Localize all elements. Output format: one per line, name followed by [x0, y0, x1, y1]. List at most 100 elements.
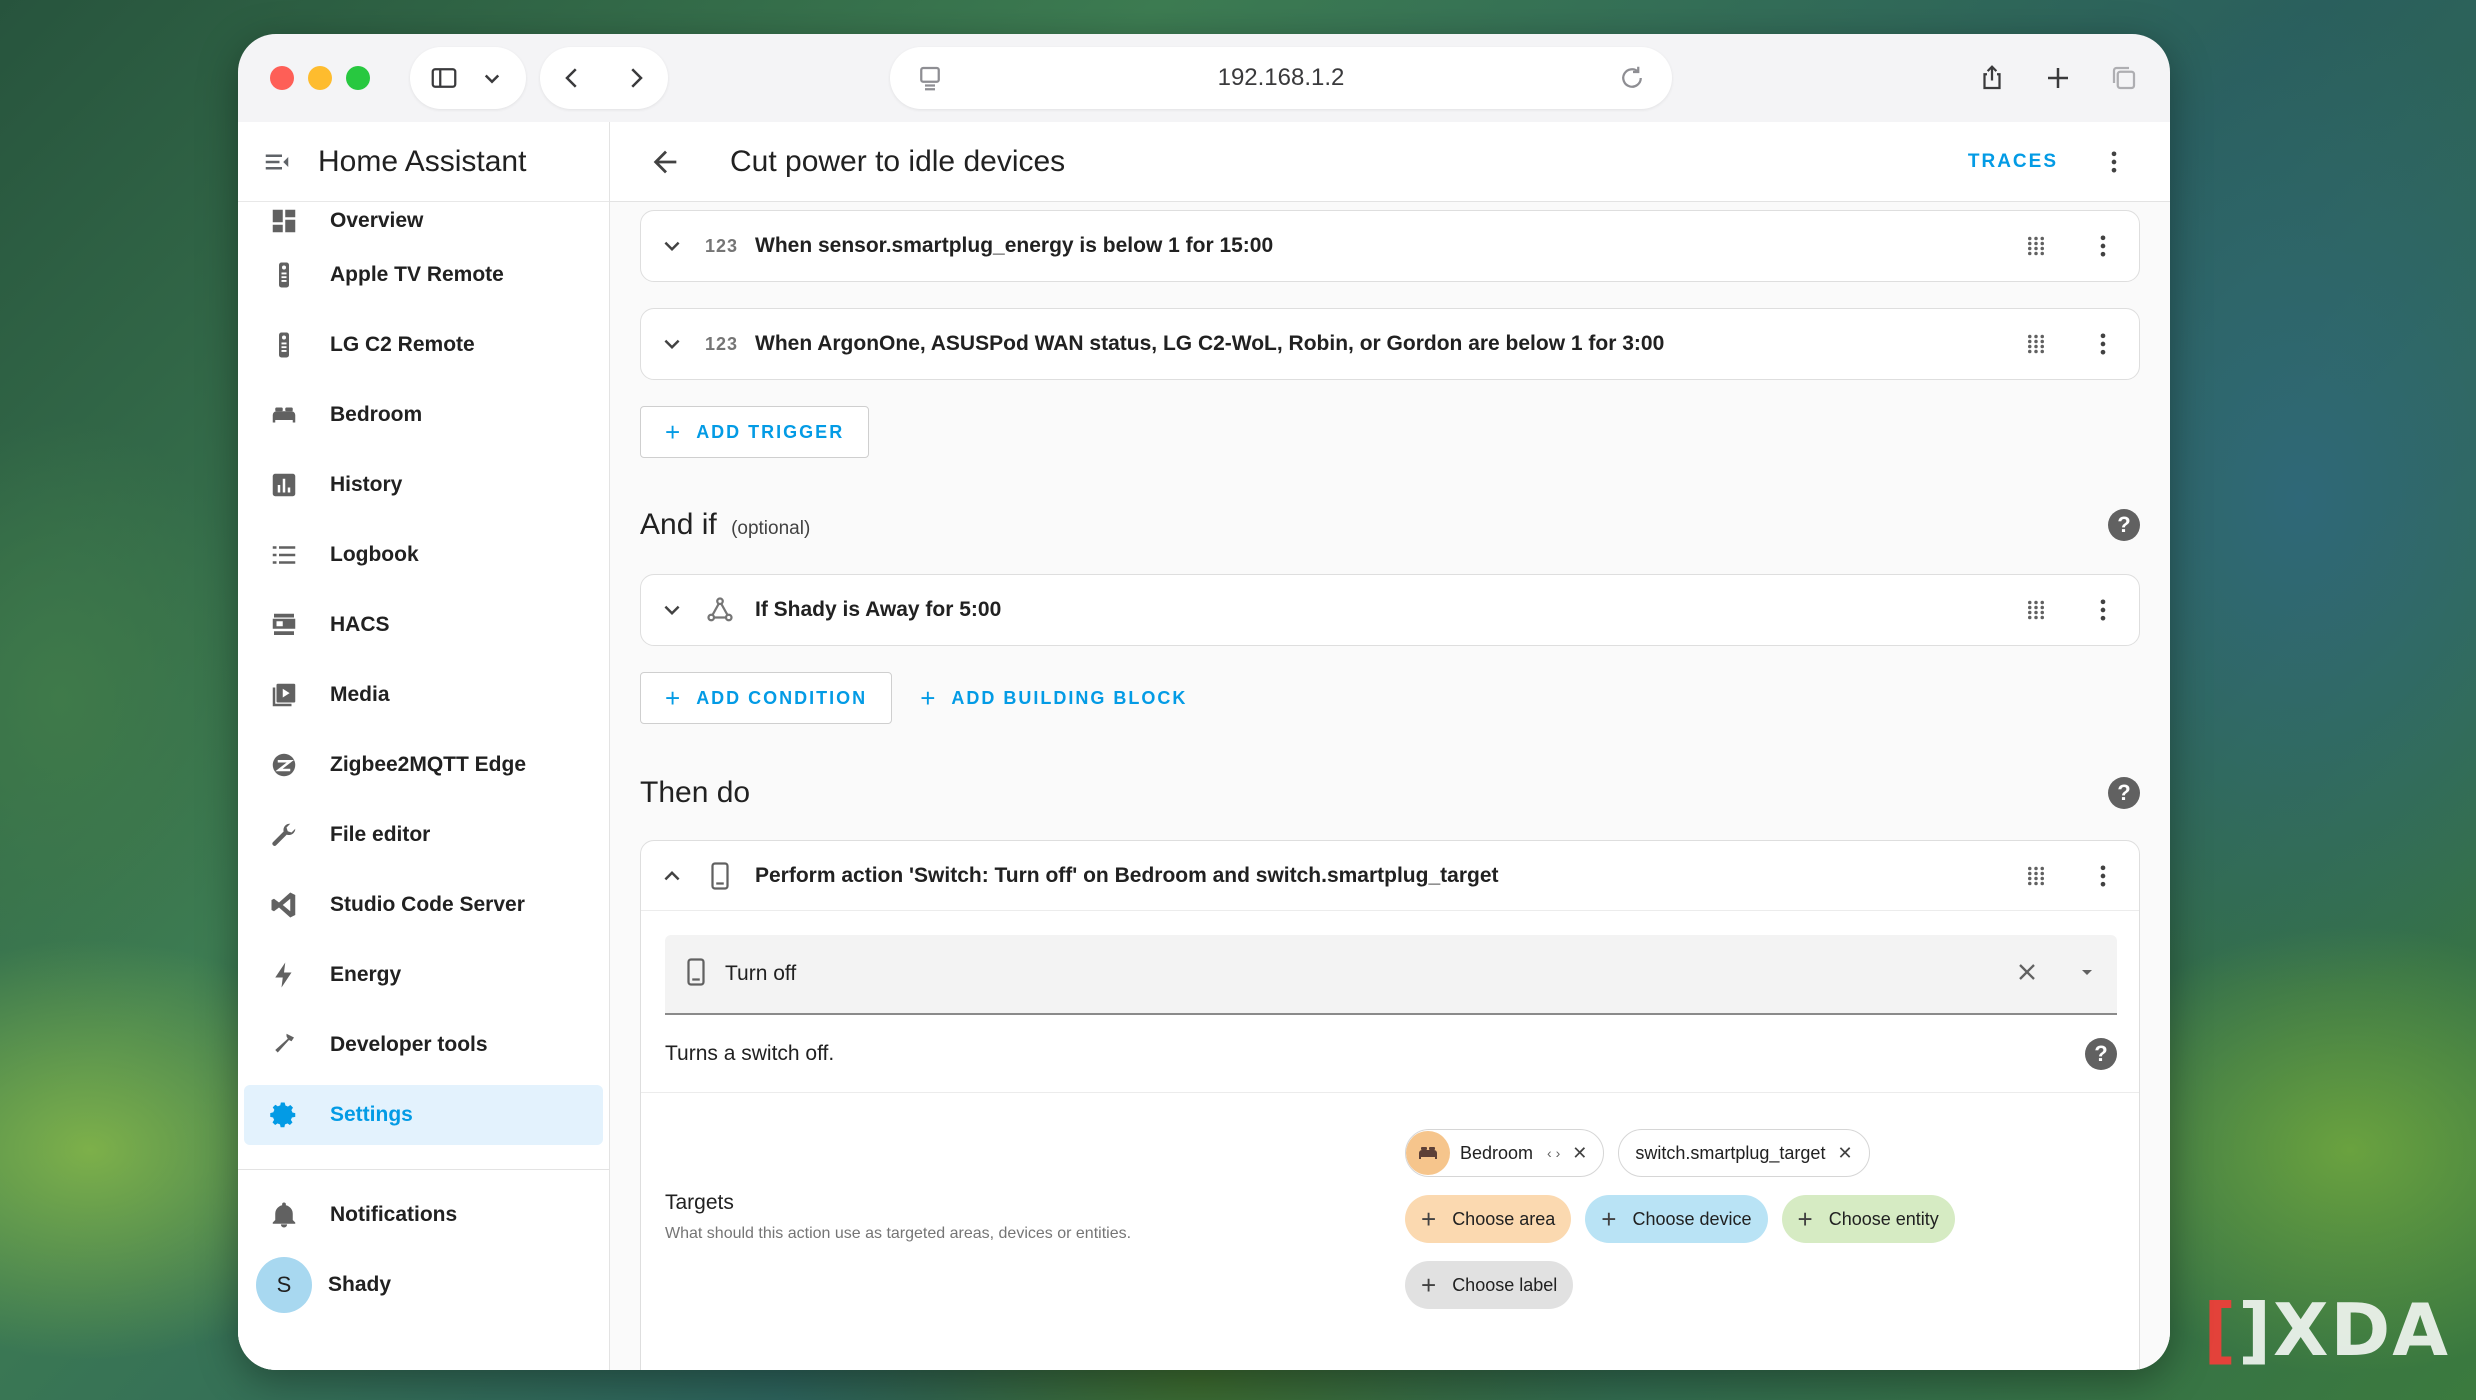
- numeric-icon: 123: [705, 235, 739, 256]
- main-content: Cut power to idle devices TRACES 123 Whe…: [610, 122, 2170, 1370]
- add-trigger-button[interactable]: + ADD TRIGGER: [640, 406, 870, 458]
- clear-icon[interactable]: [2013, 958, 2041, 991]
- help-icon[interactable]: ?: [2108, 509, 2140, 541]
- more-options-icon[interactable]: [2087, 230, 2119, 262]
- chevron-up-icon[interactable]: [657, 861, 687, 891]
- bell-icon: [268, 1199, 300, 1231]
- choose-area-button[interactable]: + Choose area: [1405, 1195, 1572, 1243]
- trigger-card[interactable]: 123 When sensor.smartplug_energy is belo…: [640, 210, 2140, 282]
- target-chip-entity[interactable]: switch.smartplug_target ✕: [1618, 1129, 1870, 1177]
- targets-label: Targets: [665, 1191, 734, 1214]
- remove-icon[interactable]: ✕: [1837, 1143, 1852, 1164]
- chart-icon: [268, 469, 300, 501]
- trigger-text: When sensor.smartplug_energy is below 1 …: [755, 234, 1274, 257]
- drag-handle-icon[interactable]: [2021, 231, 2051, 261]
- condition-card[interactable]: If Shady is Away for 5:00: [640, 574, 2140, 646]
- new-tab-icon[interactable]: [2042, 62, 2074, 94]
- zoom-window-button[interactable]: [346, 66, 370, 90]
- choose-entity-button[interactable]: + Choose entity: [1781, 1195, 1955, 1243]
- bed-icon: [268, 399, 300, 431]
- condition-text: If Shady is Away for 5:00: [755, 598, 1002, 621]
- avatar: S: [256, 1257, 312, 1313]
- page-header: Cut power to idle devices TRACES: [610, 122, 2170, 202]
- tab-overview-icon[interactable]: [2108, 62, 2140, 94]
- more-options-icon[interactable]: [2098, 146, 2130, 178]
- trigger-card[interactable]: 123 When ArgonOne, ASUSPod WAN status, L…: [640, 308, 2140, 380]
- hacs-icon: [268, 609, 300, 641]
- xda-watermark: []XDA: [2203, 1288, 2450, 1372]
- switch-icon: [681, 957, 711, 992]
- sidebar-toggle-icon[interactable]: [428, 62, 460, 94]
- more-options-icon[interactable]: [2087, 328, 2119, 360]
- overview-icon: [268, 205, 300, 237]
- sidebar-item-zigbee2mqtt-edge[interactable]: Zigbee2MQTT Edge: [244, 730, 603, 800]
- target-chip-area[interactable]: Bedroom ‹ › ✕: [1405, 1129, 1605, 1177]
- reload-icon[interactable]: [1616, 62, 1648, 94]
- navigation-group: [540, 47, 668, 109]
- remove-icon[interactable]: ✕: [1572, 1143, 1587, 1164]
- sidebar-item-developer-tools[interactable]: Developer tools: [244, 1010, 603, 1080]
- drag-handle-icon[interactable]: [2021, 861, 2051, 891]
- menu-collapse-icon[interactable]: [262, 147, 292, 177]
- action-text: Perform action 'Switch: Turn off' on Bed…: [755, 863, 1499, 887]
- back-arrow-icon[interactable]: [648, 145, 682, 179]
- choose-device-button[interactable]: + Choose device: [1585, 1195, 1768, 1243]
- action-card-header[interactable]: Perform action 'Switch: Turn off' on Bed…: [641, 841, 2139, 911]
- page-menu-icon[interactable]: [914, 62, 946, 94]
- browser-back-icon[interactable]: [556, 62, 588, 94]
- more-options-icon[interactable]: [2087, 594, 2119, 626]
- media-icon: [268, 679, 300, 711]
- sidebar-item-apple-tv-remote[interactable]: Apple TV Remote: [244, 240, 603, 310]
- chevron-down-icon[interactable]: [476, 62, 508, 94]
- action-description-row: Turns a switch off. ?: [641, 1015, 2139, 1093]
- help-icon[interactable]: ?: [2085, 1037, 2117, 1070]
- sidebar-item-notifications[interactable]: Notifications: [244, 1180, 603, 1250]
- share-icon[interactable]: [1976, 62, 2008, 94]
- remote-icon: [268, 259, 300, 291]
- sidebar-item-energy[interactable]: Energy: [244, 940, 603, 1010]
- sidebar-item-history[interactable]: History: [244, 450, 603, 520]
- sidebar-divider: [238, 1169, 609, 1170]
- choose-label-button[interactable]: + Choose label: [1405, 1261, 1574, 1309]
- sidebar-item-studio-code-server[interactable]: Studio Code Server: [244, 870, 603, 940]
- sidebar-item-profile[interactable]: S Shady: [244, 1250, 603, 1320]
- targets-hint: What should this action use as targeted …: [665, 1225, 1132, 1242]
- sidebar-item-hacs[interactable]: HACS: [244, 590, 603, 660]
- chevron-down-icon[interactable]: [657, 329, 687, 359]
- minimize-window-button[interactable]: [308, 66, 332, 90]
- action-card: Perform action 'Switch: Turn off' on Bed…: [640, 840, 2140, 1370]
- sidebar-item-settings[interactable]: Settings: [244, 1085, 603, 1145]
- browser-toolbar: 192.168.1.2: [238, 34, 2170, 122]
- browser-forward-icon[interactable]: [620, 62, 652, 94]
- bed-icon: [1406, 1131, 1450, 1175]
- wrench-icon: [268, 819, 300, 851]
- chevron-down-icon[interactable]: [657, 231, 687, 261]
- sidebar-item-logbook[interactable]: Logbook: [244, 520, 603, 590]
- help-icon[interactable]: ?: [2108, 777, 2140, 809]
- more-options-icon[interactable]: [2087, 860, 2119, 892]
- drag-handle-icon[interactable]: [2021, 329, 2051, 359]
- sidebar-item-overview[interactable]: Overview: [244, 202, 603, 240]
- sidebar-item-file-editor[interactable]: File editor: [244, 800, 603, 870]
- plus-icon: +: [1421, 1203, 1437, 1234]
- add-condition-button[interactable]: + ADD CONDITION: [640, 672, 893, 724]
- traces-button[interactable]: TRACES: [1968, 151, 2058, 173]
- expand-icon[interactable]: ‹ ›: [1547, 1145, 1560, 1161]
- home-assistant-app: Home Assistant Overview Apple TV Remote …: [238, 122, 2170, 1370]
- address-text[interactable]: 192.168.1.2: [1218, 64, 1345, 92]
- sidebar-item-media[interactable]: Media: [244, 660, 603, 730]
- sidebar-item-lg-c2-remote[interactable]: LG C2 Remote: [244, 310, 603, 380]
- dropdown-arrow-icon[interactable]: [2075, 960, 2099, 989]
- close-window-button[interactable]: [270, 66, 294, 90]
- chevron-down-icon[interactable]: [657, 595, 687, 625]
- drag-handle-icon[interactable]: [2021, 595, 2051, 625]
- action-select[interactable]: Turn off: [665, 935, 2117, 1015]
- conditions-header: And if (optional) ?: [640, 508, 2140, 542]
- remote-icon: [268, 329, 300, 361]
- address-bar[interactable]: 192.168.1.2: [890, 47, 1672, 109]
- targets-selector: Bedroom ‹ › ✕ switch.smartplug_target ✕: [1405, 1129, 2115, 1327]
- browser-actions: [1976, 62, 2140, 94]
- sidebar-item-bedroom[interactable]: Bedroom: [244, 380, 603, 450]
- plus-icon: +: [665, 416, 683, 447]
- add-building-block-button[interactable]: + ADD BUILDING BLOCK: [900, 672, 1207, 724]
